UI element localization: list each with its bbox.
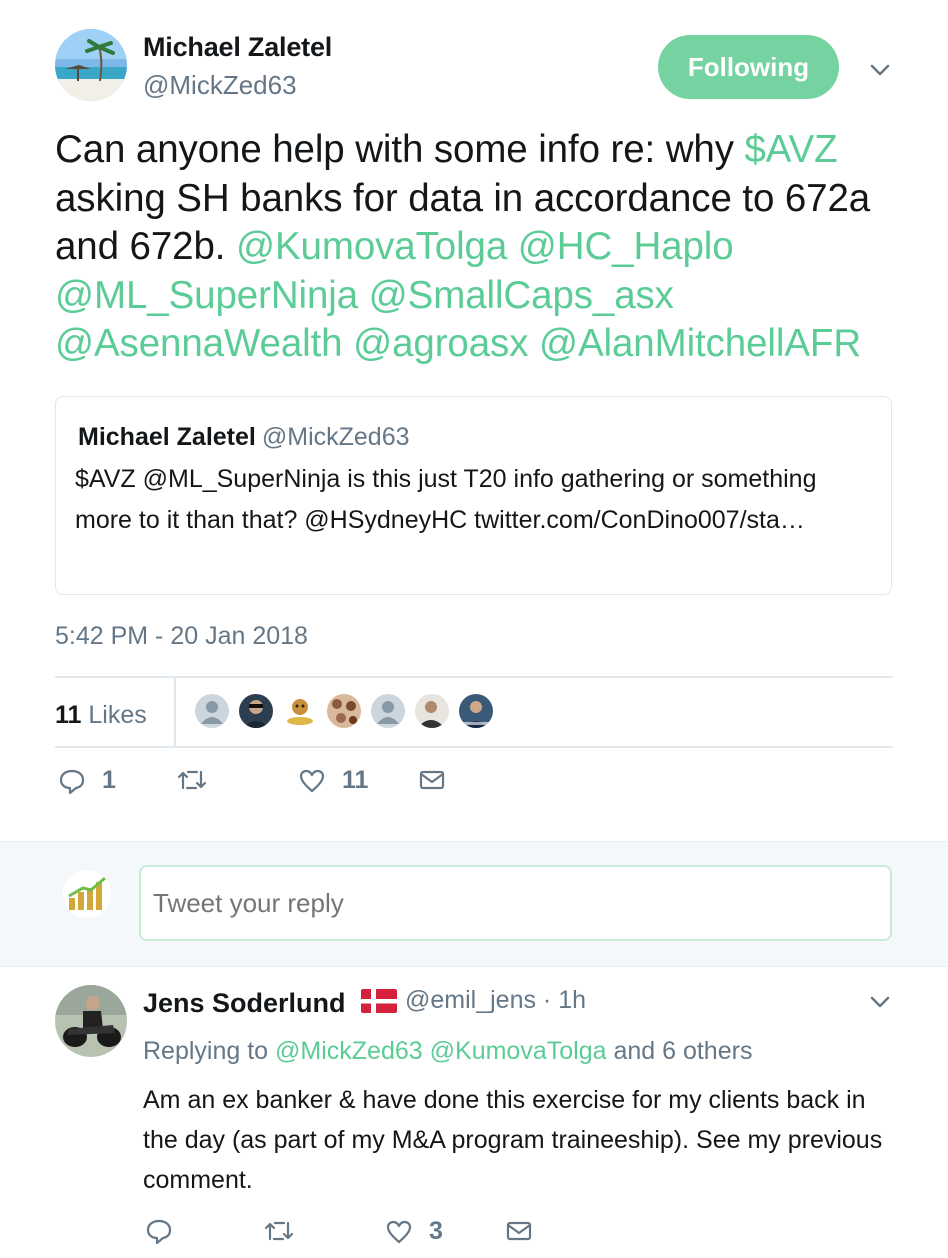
divider [174, 677, 176, 746]
reply-button[interactable] [145, 1217, 173, 1245]
likes-count-link[interactable]: 11 Likes [55, 701, 147, 730]
tweet-text-segment [507, 225, 518, 268]
tweet-timestamp[interactable]: 5:42 PM - 20 Jan 2018 [55, 622, 308, 651]
reply-author-name[interactable]: Jens Soderlund [143, 988, 346, 1019]
liker-avatar[interactable] [327, 694, 361, 728]
mention-link[interactable]: @AlanMitchellAFR [539, 322, 861, 365]
mention-link[interactable]: @SmallCaps_asx [369, 274, 674, 317]
following-button[interactable]: Following [658, 35, 839, 99]
chevron-down-icon[interactable] [866, 56, 894, 84]
tweet-text-segment [358, 274, 369, 317]
reply-button[interactable]: 1 [58, 766, 116, 795]
author-name[interactable]: Michael Zaletel [143, 32, 332, 63]
reply-count: 1 [102, 766, 116, 794]
tweet-text-segment: Can anyone help with some info re: why [55, 128, 745, 171]
mention-link[interactable]: @AsennaWealth [55, 322, 343, 365]
quoted-author-handle: @MickZed63 [261, 423, 410, 451]
reply-composer [0, 841, 948, 967]
tweet-text-segment [528, 322, 539, 365]
author-avatar[interactable] [55, 29, 127, 101]
liker-avatar[interactable] [239, 694, 273, 728]
replying-others[interactable]: and 6 others [613, 1037, 752, 1065]
mention-link[interactable]: @ML_SuperNinja [55, 274, 358, 317]
like-count: 11 [342, 766, 369, 794]
mention-link[interactable]: @HC_Haplo [518, 225, 734, 268]
like-button[interactable]: 3 [385, 1217, 443, 1246]
heart-icon [385, 1218, 413, 1246]
tweet-text: Can anyone help with some info re: why $… [55, 126, 915, 369]
tweet-text-segment [343, 322, 354, 365]
quoted-author-name: Michael Zaletel [78, 423, 256, 451]
retweet-icon [263, 1217, 295, 1245]
direct-message-button[interactable] [418, 766, 446, 794]
envelope-icon [418, 766, 446, 794]
reply-icon [145, 1217, 173, 1245]
replying-prefix: Replying to [143, 1037, 269, 1065]
reply-icon [58, 767, 86, 795]
replying-user-link[interactable]: @MickZed63 [275, 1037, 423, 1065]
quoted-tweet[interactable]: Michael Zaletel @MickZed63 $AVZ @ML_Super… [55, 396, 892, 595]
quoted-tweet-text: $AVZ @ML_SuperNinja is this just T20 inf… [75, 465, 817, 534]
like-button[interactable]: 11 [298, 766, 368, 795]
divider [55, 746, 893, 748]
direct-message-button[interactable] [505, 1217, 533, 1245]
liker-avatar[interactable] [371, 694, 405, 728]
liker-avatar[interactable] [195, 694, 229, 728]
cashtag-link[interactable]: $AVZ [744, 128, 837, 171]
replying-user-link[interactable]: @KumovaTolga [430, 1037, 607, 1065]
likes-summary: 11 Likes [55, 677, 893, 746]
denmark-flag-icon [361, 989, 397, 1013]
likes-count: 11 [55, 701, 82, 729]
retweet-button[interactable] [263, 1217, 295, 1245]
reply-handle-time[interactable]: @emil_jens · 1h [405, 986, 586, 1015]
liker-avatar[interactable] [415, 694, 449, 728]
mention-link[interactable]: @KumovaTolga [236, 225, 507, 268]
user-avatar[interactable] [63, 870, 111, 918]
like-count: 3 [429, 1217, 443, 1245]
likes-label: Likes [88, 701, 147, 729]
heart-icon [298, 767, 326, 795]
retweet-button[interactable] [176, 766, 208, 794]
replying-to: Replying to @MickZed63 @KumovaTolga and … [143, 1037, 752, 1066]
retweet-icon [176, 766, 208, 794]
liker-avatar[interactable] [283, 694, 317, 728]
reply-text: Am an ex banker & have done this exercis… [143, 1086, 883, 1194]
author-handle[interactable]: @MickZed63 [143, 70, 297, 101]
reply-author-avatar[interactable] [55, 985, 127, 1057]
chevron-down-icon[interactable] [866, 988, 894, 1016]
mention-link[interactable]: @agroasx [353, 322, 528, 365]
liker-avatar[interactable] [459, 694, 493, 728]
reply-input[interactable] [139, 865, 892, 941]
envelope-icon [505, 1217, 533, 1245]
